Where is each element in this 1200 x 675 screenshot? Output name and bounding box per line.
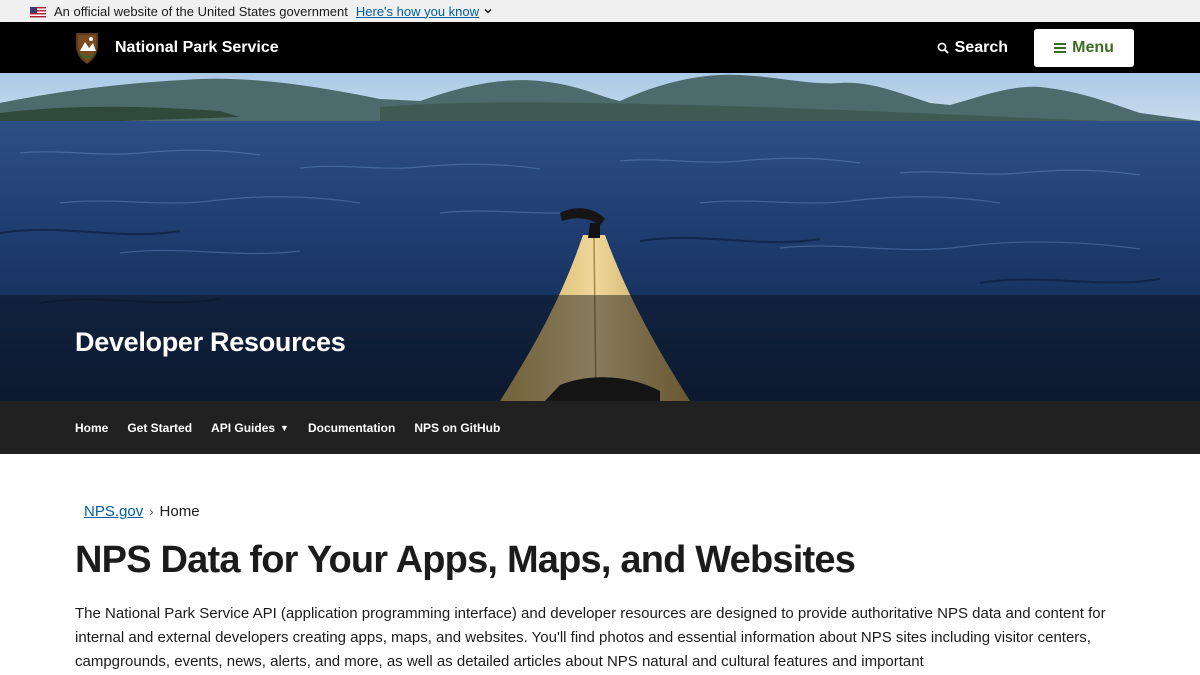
hamburger-icon — [1054, 42, 1067, 53]
subnav-item-api-guides[interactable]: API Guides ▼ — [211, 421, 289, 435]
subnav-item-label[interactable]: Get Started — [127, 421, 192, 435]
secondary-nav: Home Get Started API Guides ▼ Documentat… — [0, 401, 1200, 454]
site-name[interactable]: National Park Service — [115, 39, 279, 57]
menu-button[interactable]: Menu — [1034, 28, 1134, 67]
subnav-item-nps-on-github[interactable]: NPS on GitHub — [414, 421, 500, 435]
site-header: National Park Service Search Menu — [0, 22, 1200, 73]
subnav-item-label[interactable]: Documentation — [308, 421, 395, 435]
chevron-down-icon — [484, 8, 492, 14]
breadcrumb-current: Home — [159, 503, 200, 520]
subnav-item-documentation[interactable]: Documentation — [308, 421, 395, 435]
subnav-item-label[interactable]: API Guides — [211, 421, 275, 435]
site-brand-link[interactable]: National Park Service — [74, 31, 279, 65]
subnav-item-get-started[interactable]: Get Started — [127, 421, 192, 435]
how-you-know-label[interactable]: Here's how you know — [356, 4, 479, 19]
search-button[interactable]: Search — [937, 39, 1008, 57]
hero-title: Developer Resources — [75, 327, 346, 357]
search-icon — [937, 42, 949, 54]
gov-banner: An official website of the United States… — [0, 0, 1200, 22]
page-title: NPS Data for Your Apps, Maps, and Websit… — [75, 539, 856, 581]
main-content: NPS.gov › Home NPS Data for Your Apps, M… — [0, 503, 1200, 674]
caret-down-icon: ▼ — [280, 422, 289, 433]
breadcrumb-separator: › — [149, 504, 154, 519]
header-actions: Search Menu — [937, 28, 1134, 67]
subnav-item-label[interactable]: NPS on GitHub — [414, 421, 500, 435]
nps-arrowhead-icon — [76, 32, 98, 64]
search-label[interactable]: Search — [955, 39, 1008, 57]
subnav-item-home[interactable]: Home — [75, 421, 108, 435]
breadcrumb: NPS.gov › Home — [84, 503, 1125, 520]
subnav-item-label[interactable]: Home — [75, 421, 108, 435]
hero-banner: Developer Resources — [0, 73, 1200, 401]
how-you-know-link[interactable]: Here's how you know — [356, 4, 493, 19]
us-flag-icon — [30, 6, 46, 18]
intro-paragraph: The National Park Service API (applicati… — [75, 605, 1106, 670]
menu-label[interactable]: Menu — [1072, 39, 1114, 57]
gov-banner-text: An official website of the United States… — [54, 3, 348, 19]
breadcrumb-link-npsgov[interactable]: NPS.gov — [84, 503, 143, 520]
